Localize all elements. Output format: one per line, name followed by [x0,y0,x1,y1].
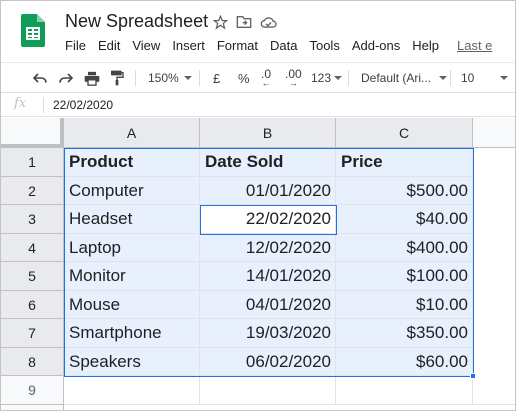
column-header-b[interactable]: B [200,118,336,148]
cell[interactable]: 06/02/2020 [200,348,336,376]
formula-input[interactable]: 22/02/2020 [53,98,113,112]
cell[interactable]: $10.00 [336,291,473,319]
cell[interactable]: Headset [64,205,200,234]
menu-data[interactable]: Data [270,38,297,53]
cell[interactable]: $40.00 [336,205,473,234]
menu-tools[interactable]: Tools [309,38,339,53]
star-icon[interactable] [211,13,229,31]
menu-edit[interactable]: Edit [98,38,120,53]
cell[interactable]: 14/01/2020 [200,262,336,291]
row-header[interactable]: 9 [1,376,64,405]
move-to-folder-icon[interactable] [235,13,253,31]
cell[interactable]: $60.00 [336,348,473,376]
menu-add-ons[interactable]: Add-ons [352,38,400,53]
font-family-value: Default (Ari... [361,71,432,85]
function-icon: fx [14,96,27,111]
percent-button[interactable]: % [238,63,250,93]
row-header[interactable]: 6 [1,291,64,319]
menu-insert[interactable]: Insert [172,38,205,53]
menu-format[interactable]: Format [217,38,258,53]
column-header-a[interactable]: A [64,118,200,148]
cell[interactable]: 12/02/2020 [200,234,336,262]
cell[interactable]: Speakers [64,348,200,376]
cell[interactable]: Date Sold [200,148,336,177]
menu-help[interactable]: Help [412,38,439,53]
cell[interactable]: $500.00 [336,177,473,205]
row-header[interactable]: 2 [1,177,64,205]
column-d-area[interactable] [473,148,515,376]
paint-format-icon[interactable] [110,63,124,93]
decrease-decimal-button[interactable]: .0 ← [261,63,271,93]
font-size-value: 10 [461,71,475,85]
row-header[interactable]: 4 [1,234,64,262]
arrow-left-icon: ← [261,78,271,88]
cell[interactable]: Product [64,148,200,177]
cell[interactable] [336,376,473,405]
cell[interactable]: Laptop [64,234,200,262]
cell[interactable]: Mouse [64,291,200,319]
font-size-select[interactable]: 10 [461,63,509,93]
cell[interactable]: Smartphone [64,319,200,348]
cell[interactable]: Monitor [64,262,200,291]
print-icon[interactable] [84,63,100,93]
row-header[interactable]: 8 [1,348,64,376]
zoom-select[interactable]: 150% [148,63,192,93]
undo-icon[interactable] [32,63,48,93]
menu-view[interactable]: View [132,38,160,53]
cell[interactable] [473,376,515,405]
last-edit-link[interactable]: Last e [457,38,492,53]
cell[interactable]: $100.00 [336,262,473,291]
toolbar: 150% £ % .0 ← .00 → 123 Default (Ari... … [1,62,515,93]
sheets-logo-icon[interactable] [21,14,45,47]
cell[interactable]: Computer [64,177,200,205]
cell[interactable]: 01/01/2020 [200,177,336,205]
cell[interactable] [64,376,200,405]
document-title[interactable]: New Spreadsheet [65,11,208,32]
fill-handle[interactable] [470,373,476,379]
cell[interactable]: 19/03/2020 [200,319,336,348]
cell[interactable]: $350.00 [336,319,473,348]
row-header[interactable]: 5 [1,262,64,291]
row-header[interactable]: 3 [1,205,64,234]
menu-file[interactable]: File [65,38,86,53]
cell[interactable]: 04/01/2020 [200,291,336,319]
column-header-d[interactable] [473,118,515,148]
menu-bar: File Edit View Insert Format Data Tools … [65,38,492,53]
active-cell[interactable]: 22/02/2020 [200,205,336,234]
cell[interactable] [200,376,336,405]
row-header[interactable]: 1 [1,148,64,177]
spreadsheet-window: New Spreadsheet File Edit View Insert Fo… [0,0,516,411]
cloud-status-icon[interactable] [259,13,277,31]
zoom-value: 150% [148,71,179,85]
more-formats-label: 123 [311,71,332,85]
column-header-c[interactable]: C [336,118,473,148]
row-header[interactable]: 7 [1,319,64,348]
cell[interactable]: Price [336,148,473,177]
more-formats-select[interactable]: 123 [311,63,343,93]
font-family-select[interactable]: Default (Ari... [361,63,448,93]
arrow-right-icon: → [288,78,298,88]
redo-icon[interactable] [58,63,74,93]
currency-button[interactable]: £ [213,63,220,93]
increase-decimal-button[interactable]: .00 → [285,63,302,93]
cell[interactable]: $400.00 [336,234,473,262]
formula-bar: fx 22/02/2020 [1,93,515,117]
select-all-corner[interactable] [1,118,64,148]
row-header[interactable] [1,405,64,410]
